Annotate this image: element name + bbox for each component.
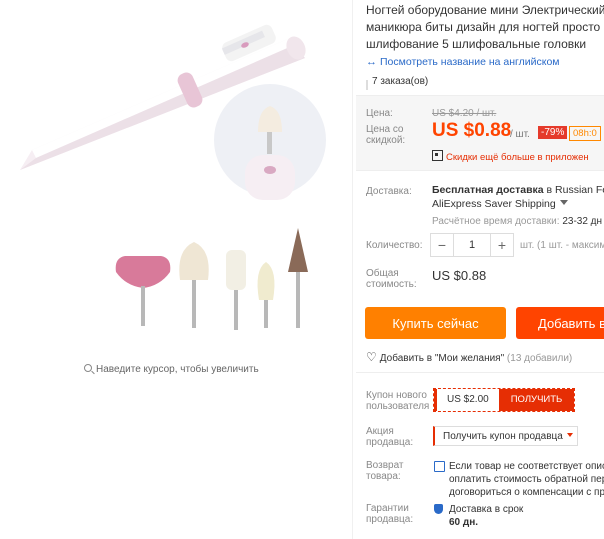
- guarantee-label-line: продавца:: [366, 514, 414, 525]
- guarantee-line: Доставка в срок: [449, 504, 524, 515]
- old-price: US $4.20 / шт.: [432, 108, 497, 119]
- total-price: US $0.88: [432, 268, 487, 283]
- guarantee-days: 60 дн.: [449, 516, 523, 529]
- add-to-wishlist[interactable]: ♡ Добавить в "Мои желания" (13 добавили): [366, 350, 572, 364]
- returns-line: оплатить стоимость обратной пер: [449, 474, 604, 485]
- quantity-label: Количество:: [366, 240, 423, 251]
- shipping-destination[interactable]: в Russian Fed: [547, 184, 604, 196]
- title-line: маникюра биты дизайн для ногтей просто: [366, 20, 601, 34]
- divider: [352, 0, 353, 539]
- returns-line: Если товар не соответствует опис: [449, 461, 604, 472]
- heart-icon: ♡: [366, 350, 377, 364]
- shipping-summary: Бесплатная доставка в Russian Fed: [432, 184, 604, 196]
- returns-label-line: Возврат: [366, 460, 404, 471]
- guarantee-days-value: 60 дн.: [449, 517, 479, 528]
- discount-badge: -79%: [538, 126, 568, 139]
- zoom-hint: Наведите курсор, чтобы увеличить: [84, 364, 259, 375]
- seller-coupon-dropdown[interactable]: Получить купон продавца: [433, 426, 578, 446]
- document-icon: [434, 461, 445, 472]
- chevron-down-icon: [559, 200, 568, 205]
- free-shipping-text: Бесплатная доставка: [432, 184, 544, 196]
- orders-count: 7 заказа(ов): [372, 76, 429, 87]
- discount-label-line: Цена со: [366, 124, 404, 135]
- divider: [356, 372, 604, 373]
- eta-value: 23-32 дн: [562, 216, 603, 227]
- coupon-label-line: пользователя: [366, 401, 430, 412]
- seller-promo-label: Акция продавца:: [366, 426, 413, 448]
- shipping-method: AliExpress Saver Shipping: [432, 198, 556, 210]
- total-label-line: стоимость:: [366, 279, 417, 290]
- quantity-stepper: − +: [430, 233, 514, 257]
- returns-label-line: товара:: [366, 471, 401, 482]
- countdown-timer: 08h:0: [569, 126, 601, 141]
- total-label-line: Общая: [366, 268, 399, 279]
- guarantee-label-line: Гарантии: [366, 503, 409, 514]
- decrease-button[interactable]: −: [431, 234, 454, 256]
- title-line: шлифование 5 шлифовальные головки: [366, 37, 587, 51]
- promo-label-line: продавца:: [366, 437, 414, 448]
- buy-now-button[interactable]: Купить сейчас: [365, 307, 506, 339]
- delivery-eta: Расчётное время доставки: 23-32 дн: [432, 216, 602, 227]
- coupon-label-line: Купон нового: [366, 390, 427, 401]
- promo-label-line: Акция: [366, 426, 394, 437]
- translate-icon: ↔: [366, 56, 377, 68]
- eta-label: Расчётное время доставки:: [432, 216, 560, 227]
- returns-label: Возврат товара:: [366, 460, 404, 482]
- chevron-down-icon: [566, 433, 573, 437]
- app-promo-text: Скидки ещё больше в приложен: [446, 152, 589, 163]
- zoom-hint-text: Наведите курсор, чтобы увеличить: [96, 364, 259, 375]
- quantity-note: шт. (1 шт. - максим: [520, 240, 604, 251]
- shipping-label: Доставка:: [366, 186, 412, 197]
- coupon-amount: US $2.00: [434, 389, 499, 411]
- wishlist-count: (13 добавили): [506, 353, 573, 364]
- price-box: Цена: US $4.20 / шт. Цена со скидкой: US…: [356, 95, 604, 171]
- price-label: Цена:: [366, 108, 393, 119]
- discount-label-line: скидкой:: [366, 135, 406, 146]
- quantity-input[interactable]: [454, 234, 490, 256]
- title-line: Ногтей оборудование мини Электрический: [366, 3, 604, 17]
- returns-policy: Если товар не соответствует опис оплатит…: [434, 460, 604, 499]
- guarantee-label: Гарантии продавца:: [366, 503, 413, 525]
- total-label: Общая стоимость:: [366, 268, 417, 290]
- seller-coupon-text: Получить купон продавца: [443, 431, 563, 442]
- add-to-cart-button[interactable]: Добавить в: [516, 307, 604, 339]
- discount-price: US $0.88: [432, 120, 512, 141]
- discount-price-label: Цена со скидкой:: [366, 124, 405, 146]
- inset-closeup: [214, 84, 326, 200]
- seller-guarantee: Доставка в срок 60 дн.: [434, 503, 523, 529]
- returns-line: договориться о компенсации с пр: [449, 487, 604, 498]
- qr-code-icon: [432, 150, 443, 161]
- grinding-bits: [115, 228, 308, 330]
- get-coupon-button[interactable]: ПОЛУЧИТЬ: [498, 389, 575, 411]
- translate-link[interactable]: ↔ Посмотреть название на английском: [366, 56, 560, 68]
- shield-icon: [434, 504, 443, 514]
- app-promo-link[interactable]: Скидки ещё больше в приложен: [432, 150, 589, 163]
- divider: [366, 80, 368, 90]
- new-user-coupon-label: Купон нового пользователя: [366, 390, 429, 412]
- price-unit: / шт.: [510, 129, 530, 140]
- wishlist-text: Добавить в "Мои желания": [379, 353, 505, 364]
- magnifier-icon: [84, 364, 92, 372]
- product-title: Ногтей оборудование мини Электрический м…: [366, 2, 604, 53]
- new-user-coupon: US $2.00 ПОЛУЧИТЬ: [433, 388, 576, 412]
- increase-button[interactable]: +: [490, 234, 513, 256]
- product-gallery[interactable]: Наведите курсор, чтобы увеличить: [0, 0, 350, 539]
- product-image[interactable]: [0, 0, 350, 360]
- shipping-method-select[interactable]: AliExpress Saver Shipping: [432, 198, 568, 210]
- translate-link-text: Посмотреть название на английском: [380, 56, 560, 68]
